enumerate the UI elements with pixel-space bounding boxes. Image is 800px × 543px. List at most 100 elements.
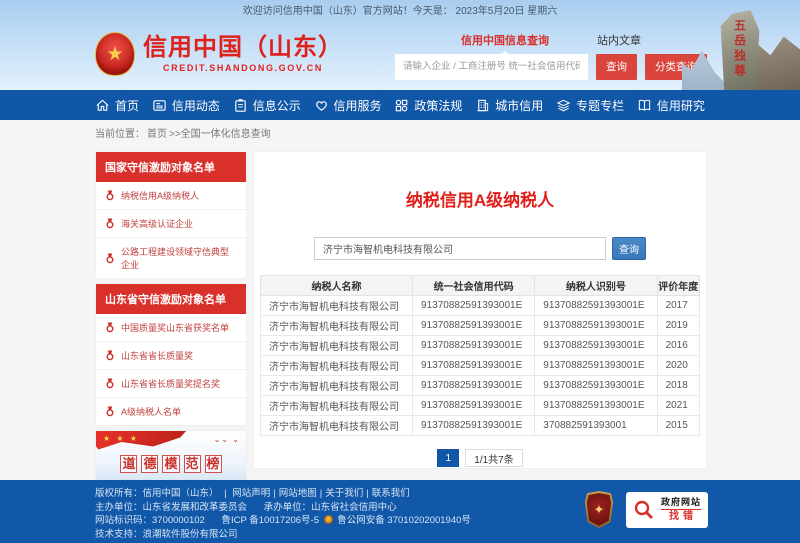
clipboard-icon [233, 98, 248, 113]
medal-icon [105, 322, 115, 333]
footer: 版权所有：信用中国（山东） | 网站声明|网站地图|关于我们|联系我们 主办单位… [0, 480, 800, 543]
table-row: 济宁市海智机电科技有限公司91370882591393001E913708825… [261, 316, 700, 336]
table-row: 济宁市海智机电科技有限公司91370882591393001E913708825… [261, 336, 700, 356]
site-header: 欢迎访问信用中国（山东）官方网站！今天是： 2023年5月20日 星期六 ★ 信… [0, 0, 800, 90]
table-cell: 91370882591393001E [535, 316, 657, 336]
header-row: ★ 信用中国（山东） CREDIT.SHANDONG.GOV.CN 信用中国信息… [0, 18, 800, 90]
sidebar-section-title: 山东省守信激励对象名单 [96, 284, 246, 314]
nav-item-label: 信息公示 [253, 97, 301, 114]
shield-emblem-icon: ✦ [586, 493, 612, 526]
layers-icon [556, 98, 571, 113]
national-emblem-icon: ★ [95, 32, 135, 76]
table-cell: 2015 [657, 416, 699, 436]
nav-item-special-column[interactable]: 专题专栏 [556, 97, 624, 114]
nav-item-credit-service[interactable]: 信用服务 [314, 97, 382, 114]
medal-icon [105, 190, 115, 201]
banner-char: 德 [141, 455, 158, 473]
host-unit: 主办单位：山东省发展和改革委员会 [95, 502, 247, 513]
nav-item-label: 信用服务 [334, 97, 382, 114]
sidebar-item[interactable]: 山东省省长质量奖提名奖 [96, 370, 246, 398]
copyright-text: 版权所有：信用中国（山东） [95, 488, 219, 499]
header-search-button[interactable]: 查询 [596, 54, 637, 80]
footer-line-tech: 技术支持：浪潮软件股份有限公司 [95, 528, 800, 542]
main-panel: 纳税信用A级纳税人 查询 纳税人名称统一社会信用代码纳税人识别号评价年度 济宁市… [254, 152, 706, 468]
column-header: 统一社会信用代码 [413, 276, 535, 296]
party-shield-badge[interactable]: ✦ [584, 491, 614, 528]
tab-credit-info-query[interactable]: 信用中国信息查询 [461, 32, 549, 48]
book-icon [637, 98, 652, 113]
table-cell: 91370882591393001E [413, 336, 535, 356]
tab-site-articles[interactable]: 站内文章 [597, 32, 641, 48]
breadcrumb-path: >>全国一体化信息查询 [169, 125, 271, 140]
sidebar-item-label: A级纳税人名单 [121, 405, 181, 418]
sidebar-item[interactable]: 海关高级认证企业 [96, 210, 246, 238]
company-search-input[interactable] [314, 237, 606, 260]
separator: | [366, 488, 368, 499]
site-domain: CREDIT.SHANDONG.GOV.CN [163, 63, 323, 73]
table-cell: 370882591393001 [535, 416, 657, 436]
doves-decoration: ⌄⌄ ⌄ [214, 435, 240, 444]
medal-icon [105, 350, 115, 361]
logo-text: 信用中国（山东） CREDIT.SHANDONG.GOV.CN [143, 35, 343, 73]
site-logo[interactable]: ★ 信用中国（山东） CREDIT.SHANDONG.GOV.CN [95, 32, 343, 76]
nav-item-info-disclosure[interactable]: 信息公示 [233, 97, 301, 114]
sidebar-item[interactable]: 山东省省长质量奖 [96, 342, 246, 370]
table-cell: 91370882591393001E [535, 356, 657, 376]
footer-link[interactable]: 关于我们 [325, 488, 363, 499]
table-row: 济宁市海智机电科技有限公司91370882591393001E913708825… [261, 376, 700, 396]
icp-number[interactable]: 鲁ICP 备10017206号-5 [221, 515, 319, 526]
nav-item-city-credit[interactable]: 城市信用 [475, 97, 543, 114]
column-header: 评价年度 [657, 276, 699, 296]
separator: | [273, 488, 275, 499]
sidebar-item-label: 纳税信用A级纳税人 [121, 189, 199, 202]
table-cell: 91370882591393001E [535, 336, 657, 356]
heart-icon [314, 98, 329, 113]
table-cell: 91370882591393001E [413, 356, 535, 376]
tech-support: 技术支持：浪潮软件股份有限公司 [95, 529, 238, 540]
table-cell: 91370882591393001E [413, 376, 535, 396]
sidebar-section-title: 国家守信激励对象名单 [96, 152, 246, 182]
sidebar-item[interactable]: 纳税信用A级纳税人 [96, 182, 246, 210]
medal-icon [105, 218, 115, 229]
table-cell: 91370882591393001E [413, 296, 535, 316]
nav-item-credit-research[interactable]: 信用研究 [637, 97, 705, 114]
header-search-row: 查询 分类查询 [395, 54, 707, 80]
column-header: 纳税人名称 [261, 276, 413, 296]
table-header-row: 纳税人名称统一社会信用代码纳税人识别号评价年度 [261, 276, 700, 296]
mountain-decoration: 五岳独尊 [682, 0, 800, 90]
pagination: 1 1/1共7条 [254, 449, 706, 467]
query-row: 查询 [254, 237, 706, 260]
nav-item-policy[interactable]: 政策法规 [394, 97, 462, 114]
sidebar: 国家守信激励对象名单纳税信用A级纳税人海关高级认证企业公路工程建设领域守信典型企… [96, 152, 246, 491]
welcome-text: 欢迎访问信用中国（山东）官方网站！今天是： 2023年5月20日 星期六 [243, 2, 558, 17]
query-button[interactable]: 查询 [612, 237, 646, 260]
page-title: 纳税信用A级纳税人 [254, 186, 706, 211]
gov-site-find-error-badge[interactable]: 政府网站 找错 [626, 492, 708, 528]
stone-caption: 五岳独尊 [732, 19, 749, 90]
medal-icon [105, 378, 115, 389]
header-search-input[interactable] [395, 54, 588, 80]
table-cell: 91370882591393001E [535, 396, 657, 416]
sidebar-item[interactable]: 中国质量奖山东省获奖名单 [96, 314, 246, 342]
nav-item-home[interactable]: 首页 [95, 97, 139, 114]
sidebar-item[interactable]: A级纳税人名单 [96, 398, 246, 425]
table-cell: 91370882591393001E [413, 396, 535, 416]
news-icon [152, 98, 167, 113]
find-error-text: 政府网站 找错 [661, 497, 701, 523]
sidebar-section: 国家守信激励对象名单纳税信用A级纳税人海关高级认证企业公路工程建设领域守信典型企… [96, 152, 246, 278]
nav-item-label: 城市信用 [495, 97, 543, 114]
sidebar-item[interactable]: 公路工程建设领域守信典型企业 [96, 238, 246, 278]
footer-link[interactable]: 网站地图 [279, 488, 317, 499]
table-cell: 2017 [657, 296, 699, 316]
nav-item-credit-news[interactable]: 信用动态 [152, 97, 220, 114]
table-row: 济宁市海智机电科技有限公司91370882591393001E913708825… [261, 396, 700, 416]
footer-link[interactable]: 联系我们 [372, 488, 410, 499]
breadcrumb-home-link[interactable]: 首页 [147, 125, 167, 140]
nav-item-label: 信用动态 [172, 97, 220, 114]
psb-number[interactable]: 鲁公网安备 37010202001940号 [337, 515, 471, 526]
table-cell: 2018 [657, 376, 699, 396]
public-security-badge-icon [324, 515, 333, 524]
page-number-button[interactable]: 1 [437, 449, 459, 467]
footer-link[interactable]: 网站声明 [232, 488, 270, 499]
table-cell: 2016 [657, 336, 699, 356]
